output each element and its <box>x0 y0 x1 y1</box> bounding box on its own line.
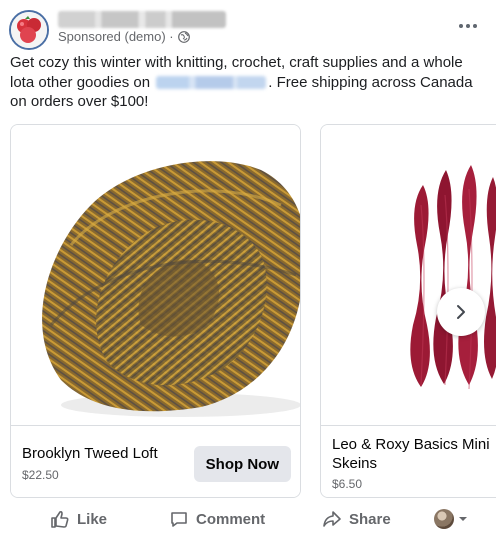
more-dots-icon <box>459 24 463 28</box>
like-label: Like <box>77 510 108 528</box>
product-price: $22.50 <box>22 468 59 482</box>
share-label: Share <box>349 510 391 528</box>
carousel-card[interactable]: Brooklyn Tweed Loft $22.50 Shop Now <box>10 124 301 498</box>
chevron-right-icon <box>457 305 465 319</box>
carousel-next-button[interactable] <box>437 288 485 336</box>
comment-button[interactable]: Comment <box>169 509 265 529</box>
page-avatar[interactable] <box>9 10 49 50</box>
product-title[interactable]: Leo & Roxy Basics Mini Skeins <box>332 435 496 473</box>
user-avatar <box>434 509 454 529</box>
globe-icon <box>177 30 190 43</box>
like-icon <box>51 510 69 528</box>
product-price: $6.50 <box>332 477 363 491</box>
share-icon <box>323 511 341 527</box>
comment-icon <box>171 512 187 527</box>
share-button[interactable]: Share <box>322 509 391 529</box>
profile-selector-button[interactable] <box>434 509 468 529</box>
post-body-text: Get cozy this winter with knitting, croc… <box>10 53 480 112</box>
product-carousel: Brooklyn Tweed Loft $22.50 Shop Now Leo … <box>10 124 496 500</box>
product-image-yarn-skeins[interactable] <box>321 125 496 425</box>
avatar-fruit-image <box>11 12 47 48</box>
post-actions-bar: Like Comment Share <box>10 503 486 534</box>
card-info: Leo & Roxy Basics Mini Skeins $6.50 <box>321 425 496 497</box>
product-image-yarn-tweed[interactable] <box>11 125 300 425</box>
more-options-button[interactable] <box>454 12 482 40</box>
shop-now-button[interactable]: Shop Now <box>193 446 291 482</box>
caret-down-icon <box>459 517 467 521</box>
like-button[interactable]: Like <box>50 509 107 529</box>
product-title[interactable]: Brooklyn Tweed Loft <box>22 445 158 462</box>
page-name-redacted[interactable] <box>58 11 226 28</box>
card-info: Brooklyn Tweed Loft $22.50 Shop Now <box>11 425 300 497</box>
comment-label: Comment <box>196 510 266 528</box>
sponsored-label: Sponsored (demo) · <box>58 29 174 44</box>
sponsored-row: Sponsored (demo) · <box>58 29 190 44</box>
website-link-redacted[interactable] <box>156 76 267 90</box>
post-header: Sponsored (demo) · <box>9 10 486 50</box>
